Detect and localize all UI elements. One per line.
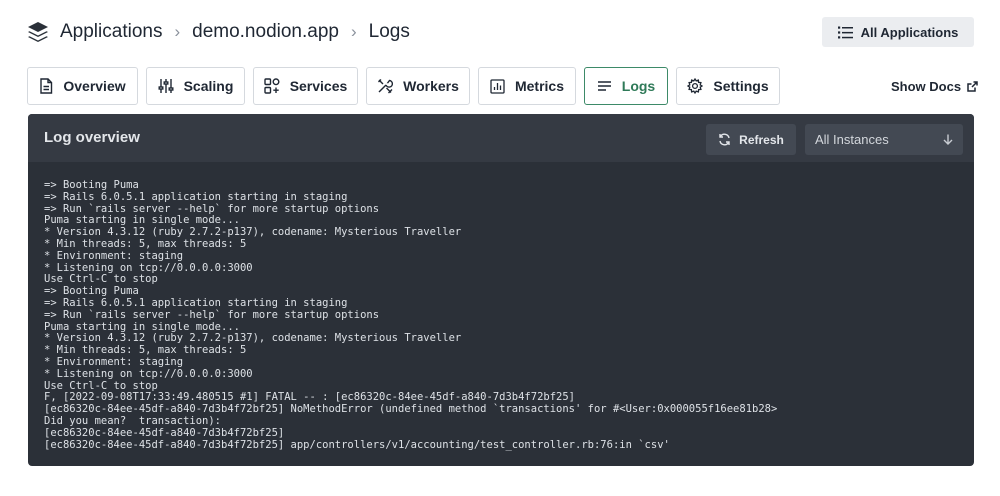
external-link-icon: [967, 81, 978, 92]
arrow-down-icon: [943, 134, 953, 145]
show-docs-link[interactable]: Show Docs: [891, 79, 978, 94]
tab-label: Workers: [403, 78, 459, 94]
layers-logo-icon: [26, 20, 50, 44]
log-panel: Log overview Refresh All Instances => Bo…: [28, 114, 974, 466]
tab-workers[interactable]: Workers: [366, 67, 470, 105]
log-line: [ec86320c-84ee-45df-a840-7d3b4f72bf25] a…: [44, 438, 670, 451]
log-line: [ec86320c-84ee-45df-a840-7d3b4f72bf25]: [44, 426, 285, 439]
log-line: * Environment: staging: [44, 249, 184, 262]
app-tabs: Overview Scaling Services Workers Metric…: [27, 67, 788, 105]
log-panel-title: Log overview: [44, 129, 140, 146]
tab-label: Scaling: [183, 78, 234, 94]
list-icon: [837, 26, 853, 38]
gear-icon: [687, 78, 704, 94]
breadcrumb: Applications › demo.nodion.app › Logs: [26, 18, 410, 46]
tab-metrics[interactable]: Metrics: [478, 67, 576, 105]
log-output: => Booting Puma => Rails 6.0.5.1 applicat…: [44, 179, 964, 451]
tab-scaling[interactable]: Scaling: [146, 67, 245, 105]
log-line: => Rails 6.0.5.1 application starting in…: [44, 190, 348, 203]
refresh-button[interactable]: Refresh: [706, 124, 796, 155]
log-line: * Min threads: 5, max threads: 5: [44, 237, 247, 250]
tab-label: Settings: [713, 78, 769, 94]
log-line: => Rails 6.0.5.1 application starting in…: [44, 296, 348, 309]
tab-overview[interactable]: Overview: [27, 67, 138, 105]
log-line: Use Ctrl-C to stop: [44, 273, 158, 286]
instances-selected-value: All Instances: [815, 132, 889, 147]
services-icon: [263, 78, 280, 94]
log-line: Did you mean? transaction):: [44, 414, 222, 427]
log-line: * Listening on tcp://0.0.0.0:3000: [44, 261, 253, 274]
breadcrumb-current: Logs: [368, 21, 410, 42]
breadcrumb-separator: ›: [174, 22, 181, 41]
tab-label: Logs: [621, 78, 656, 94]
lines-icon: [597, 81, 611, 91]
refresh-icon: [719, 133, 730, 146]
breadcrumb-applications[interactable]: Applications: [60, 21, 162, 43]
document-icon: [40, 78, 53, 94]
tools-icon: [378, 79, 394, 94]
breadcrumb-separator: ›: [350, 22, 357, 41]
tab-label: Metrics: [514, 78, 565, 94]
sliders-icon: [158, 79, 174, 93]
tab-settings[interactable]: Settings: [676, 67, 780, 105]
chart-icon: [490, 78, 505, 94]
all-applications-label: All Applications: [860, 24, 959, 40]
log-line: * Environment: staging: [44, 355, 184, 368]
log-line: * Listening on tcp://0.0.0.0:3000: [44, 367, 253, 380]
breadcrumb-app[interactable]: demo.nodion.app: [192, 21, 339, 43]
tab-services[interactable]: Services: [253, 67, 358, 105]
tab-label: Services: [289, 78, 348, 94]
refresh-label: Refresh: [739, 132, 784, 147]
tab-logs[interactable]: Logs: [584, 67, 668, 105]
all-applications-button[interactable]: All Applications: [822, 17, 974, 47]
log-panel-header: Log overview Refresh All Instances: [28, 114, 974, 162]
instances-select[interactable]: All Instances: [805, 124, 963, 155]
tab-label: Overview: [63, 78, 126, 94]
log-line: => Run `rails server --help` for more st…: [44, 308, 380, 321]
show-docs-label: Show Docs: [891, 79, 962, 94]
